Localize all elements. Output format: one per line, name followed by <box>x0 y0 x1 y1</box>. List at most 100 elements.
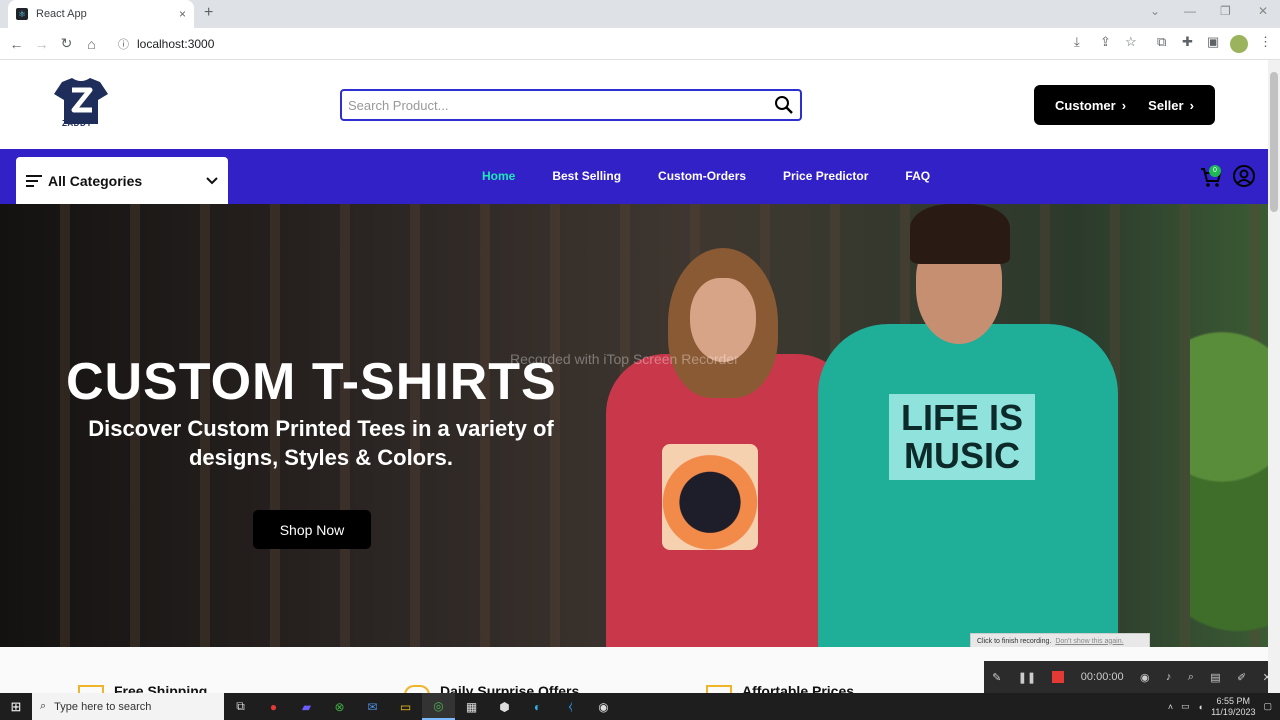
forward-arrow-icon[interactable]: → <box>29 36 54 52</box>
tab-close-icon[interactable]: × <box>179 7 186 21</box>
taskbar-search-placeholder: Type here to search <box>54 700 152 713</box>
tab-search-icon[interactable]: ⌄ <box>1150 4 1160 18</box>
scrollbar-thumb[interactable] <box>1270 72 1278 212</box>
menu-lines-icon <box>26 174 42 187</box>
windows-start-icon[interactable]: ⊞ <box>0 699 32 715</box>
clock-time: 6:55 PM <box>1216 695 1251 706</box>
chrome-icon[interactable]: ◎ <box>422 693 455 720</box>
plants-decoration <box>1190 304 1268 647</box>
reload-icon[interactable]: ↻ <box>54 35 79 52</box>
chevron-right-icon: › <box>1121 97 1127 113</box>
windows-taskbar: ⊞ ⌕ Type here to search ⧉ ● ▰ ⊗ ✉ ▭ ◎ ▦ … <box>0 693 1280 720</box>
chat-icon[interactable]: ▤ <box>1210 671 1220 684</box>
shirt-slogan: LIFE IS MUSIC <box>889 394 1035 480</box>
store-icon[interactable]: ▦ <box>455 693 488 720</box>
maximize-button[interactable]: ❐ <box>1220 4 1231 18</box>
editor-app-icon[interactable]: ▰ <box>290 693 323 720</box>
user-profile-icon[interactable] <box>1233 165 1255 187</box>
hero-title: CUSTOM T-SHIRTS <box>66 353 557 411</box>
tab-copy-icon[interactable]: ⧉ <box>1157 34 1166 50</box>
pause-icon[interactable]: ❚❚ <box>1018 671 1036 684</box>
address-bar[interactable]: ⓘ localhost:3000 <box>110 31 1160 56</box>
screen-recorder-app-icon[interactable]: ● <box>257 693 290 720</box>
cart-count-badge: 0 <box>1209 165 1221 177</box>
app-icon[interactable]: ◉ <box>587 693 620 720</box>
recorder-watermark: Recorded with iTop Screen Recorder <box>510 351 739 367</box>
stop-icon[interactable] <box>1052 671 1065 683</box>
notifications-icon[interactable]: ▢ <box>1263 701 1272 712</box>
man-hair <box>910 204 1010 264</box>
nav-links: Home Best Selling Custom-Orders Price Pr… <box>482 169 967 183</box>
edge-icon[interactable]: ◐ <box>521 693 554 720</box>
volume-icon[interactable]: ◖ <box>1198 702 1203 712</box>
role-switch: Customer › Seller › <box>1034 85 1215 125</box>
vscode-icon[interactable]: ⧼ <box>554 693 587 720</box>
camera-icon[interactable]: ◉ <box>1140 671 1150 684</box>
nav-link-best-selling[interactable]: Best Selling <box>552 169 621 183</box>
nav-link-faq[interactable]: FAQ <box>905 169 930 183</box>
mail-icon[interactable]: ✉ <box>356 693 389 720</box>
browser-tab-bar: ⚛ React App × + ⌄ — ❐ ✕ <box>0 0 1280 28</box>
xbox-icon[interactable]: ⊗ <box>323 693 356 720</box>
nav-link-custom-orders[interactable]: Custom-Orders <box>658 169 746 183</box>
task-view-icon[interactable]: ⧉ <box>224 693 257 720</box>
shield-app-icon[interactable]: ⬢ <box>488 693 521 720</box>
system-tray: ˄ ▭ ◖ 6:55 PM 11/19/2023 ▢ <box>1168 693 1272 720</box>
extensions-icon[interactable]: ✚ <box>1182 34 1193 50</box>
browser-menu-icon[interactable]: ⋮ <box>1259 34 1272 50</box>
close-window-button[interactable]: ✕ <box>1258 4 1268 18</box>
share-icon[interactable]: ⇪ <box>1100 34 1111 50</box>
recorder-tip-link[interactable]: Don't show this again. <box>1055 638 1123 645</box>
hero-banner: LIFE IS MUSIC CUSTOM T-SHIRTS Discover C… <box>0 204 1268 647</box>
search-icon: ⌕ <box>40 700 47 712</box>
site-info-icon[interactable]: ⓘ <box>118 36 129 52</box>
zoom-icon[interactable]: ⌕ <box>1188 671 1194 684</box>
file-explorer-icon[interactable]: ▭ <box>389 693 422 720</box>
seller-button[interactable]: Seller › <box>1148 98 1194 113</box>
shirt-print-image <box>662 444 758 550</box>
search-icon[interactable] <box>774 95 794 115</box>
microphone-icon[interactable]: ♪ <box>1166 671 1172 683</box>
taskbar-clock[interactable]: 6:55 PM 11/19/2023 <box>1211 696 1255 718</box>
site-header: ZADDY Customer › Seller › <box>0 60 1268 149</box>
chevron-right-icon: › <box>1189 97 1194 113</box>
bookmark-star-icon[interactable]: ☆ <box>1125 34 1137 50</box>
url-text: localhost:3000 <box>137 36 215 51</box>
tray-chevron-icon[interactable]: ˄ <box>1168 702 1173 712</box>
tab-title: React App <box>36 8 87 20</box>
seller-label: Seller <box>1148 97 1184 113</box>
recorder-control-bar: ✎ ❚❚ 00:00:00 ◉ ♪ ⌕ ▤ ✐ ✕ <box>984 661 1280 693</box>
side-panel-icon[interactable]: ▣ <box>1207 34 1219 50</box>
install-icon[interactable]: ⤓ <box>1074 34 1080 50</box>
back-arrow-icon[interactable]: ← <box>4 36 29 52</box>
shirt-slogan-line1: LIFE IS <box>900 397 1023 438</box>
all-categories-dropdown[interactable]: All Categories <box>16 157 228 204</box>
nav-link-price-predictor[interactable]: Price Predictor <box>783 169 868 183</box>
home-icon[interactable]: ⌂ <box>79 36 104 52</box>
network-icon[interactable]: ▭ <box>1181 701 1190 712</box>
customer-button[interactable]: Customer › <box>1055 98 1126 113</box>
search-box <box>340 89 802 121</box>
taskbar-search[interactable]: ⌕ Type here to search <box>32 693 224 720</box>
main-navbar: All Categories Home Best Selling Custom-… <box>0 149 1268 204</box>
pen-icon[interactable]: ✎ <box>992 671 1001 684</box>
page-scrollbar[interactable] <box>1268 60 1280 693</box>
edit-icon[interactable]: ✐ <box>1237 671 1246 684</box>
minimize-button[interactable]: — <box>1184 4 1196 18</box>
browser-tab[interactable]: ⚛ React App × <box>8 0 194 28</box>
woman-face <box>690 278 756 362</box>
shirt-slogan-line2: MUSIC <box>904 435 1020 476</box>
hero-subtitle: Discover Custom Printed Tees in a variet… <box>88 416 554 470</box>
man-figure <box>818 324 1118 647</box>
nav-link-home[interactable]: Home <box>482 169 515 183</box>
shop-now-button[interactable]: Shop Now <box>253 510 371 549</box>
logo-text: ZADDY <box>62 119 93 128</box>
search-input[interactable] <box>348 97 774 113</box>
new-tab-button[interactable]: + <box>204 4 213 22</box>
categories-label: All Categories <box>48 172 143 189</box>
recording-timer: 00:00:00 <box>1080 671 1124 683</box>
react-favicon-icon: ⚛ <box>16 8 28 20</box>
profile-avatar[interactable] <box>1230 35 1248 56</box>
browser-toolbar: ← → ↻ ⌂ ⓘ localhost:3000 ⤓ ⇪ ☆ ⧉ ✚ ▣ ⋮ <box>0 28 1280 60</box>
recorder-tip-text: Click to finish recording. <box>977 637 1052 645</box>
